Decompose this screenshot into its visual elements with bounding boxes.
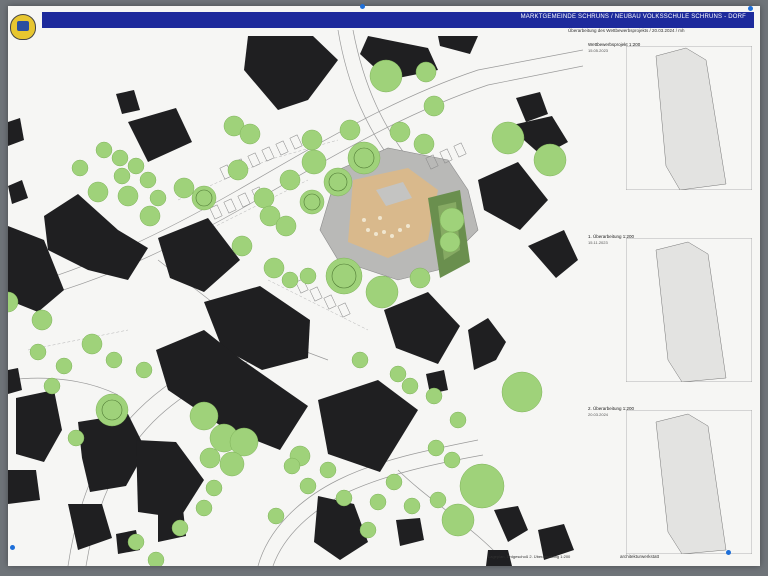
panel-date: 20.03.2024 (588, 412, 609, 417)
poster-subtitle: Überarbeitung des Wettbewerbsprojekts / … (568, 28, 685, 33)
section-drawing (626, 46, 752, 190)
poster-title: MARKTGEMEINDE SCHRUNS / NEUBAU VOLKSSCHU… (520, 14, 746, 20)
push-pin-icon (748, 6, 753, 11)
plan-legend: Lageplan, Erdgeschoß 2. Überarbeitung 1:… (488, 554, 571, 559)
site-map (8, 30, 583, 566)
title-banner: MARKTGEMEINDE SCHRUNS / NEUBAU VOLKSSCHU… (42, 12, 754, 28)
push-pin-icon (726, 550, 731, 555)
panel-date: 15.11.2023 (588, 240, 608, 245)
comparison-panel-revision-2: 2. Überarbeitung 1:200 20.03.2024 (584, 406, 754, 556)
push-pin-icon (10, 545, 15, 550)
push-pin-icon (360, 4, 365, 9)
architect-firm-label: architekturwerkstatt (620, 554, 660, 559)
site-plan-poster: MARKTGEMEINDE SCHRUNS / NEUBAU VOLKSSCHU… (8, 6, 760, 566)
comparison-panel-revision-1: 1. Überarbeitung 1:200 15.11.2023 (584, 234, 754, 384)
section-drawing (626, 410, 752, 554)
comparison-panel-competition: Wettbewerbsprojekt 1:200 15.05.2023 (584, 42, 754, 192)
panel-date: 15.05.2023 (588, 48, 609, 53)
section-drawing (626, 238, 752, 382)
